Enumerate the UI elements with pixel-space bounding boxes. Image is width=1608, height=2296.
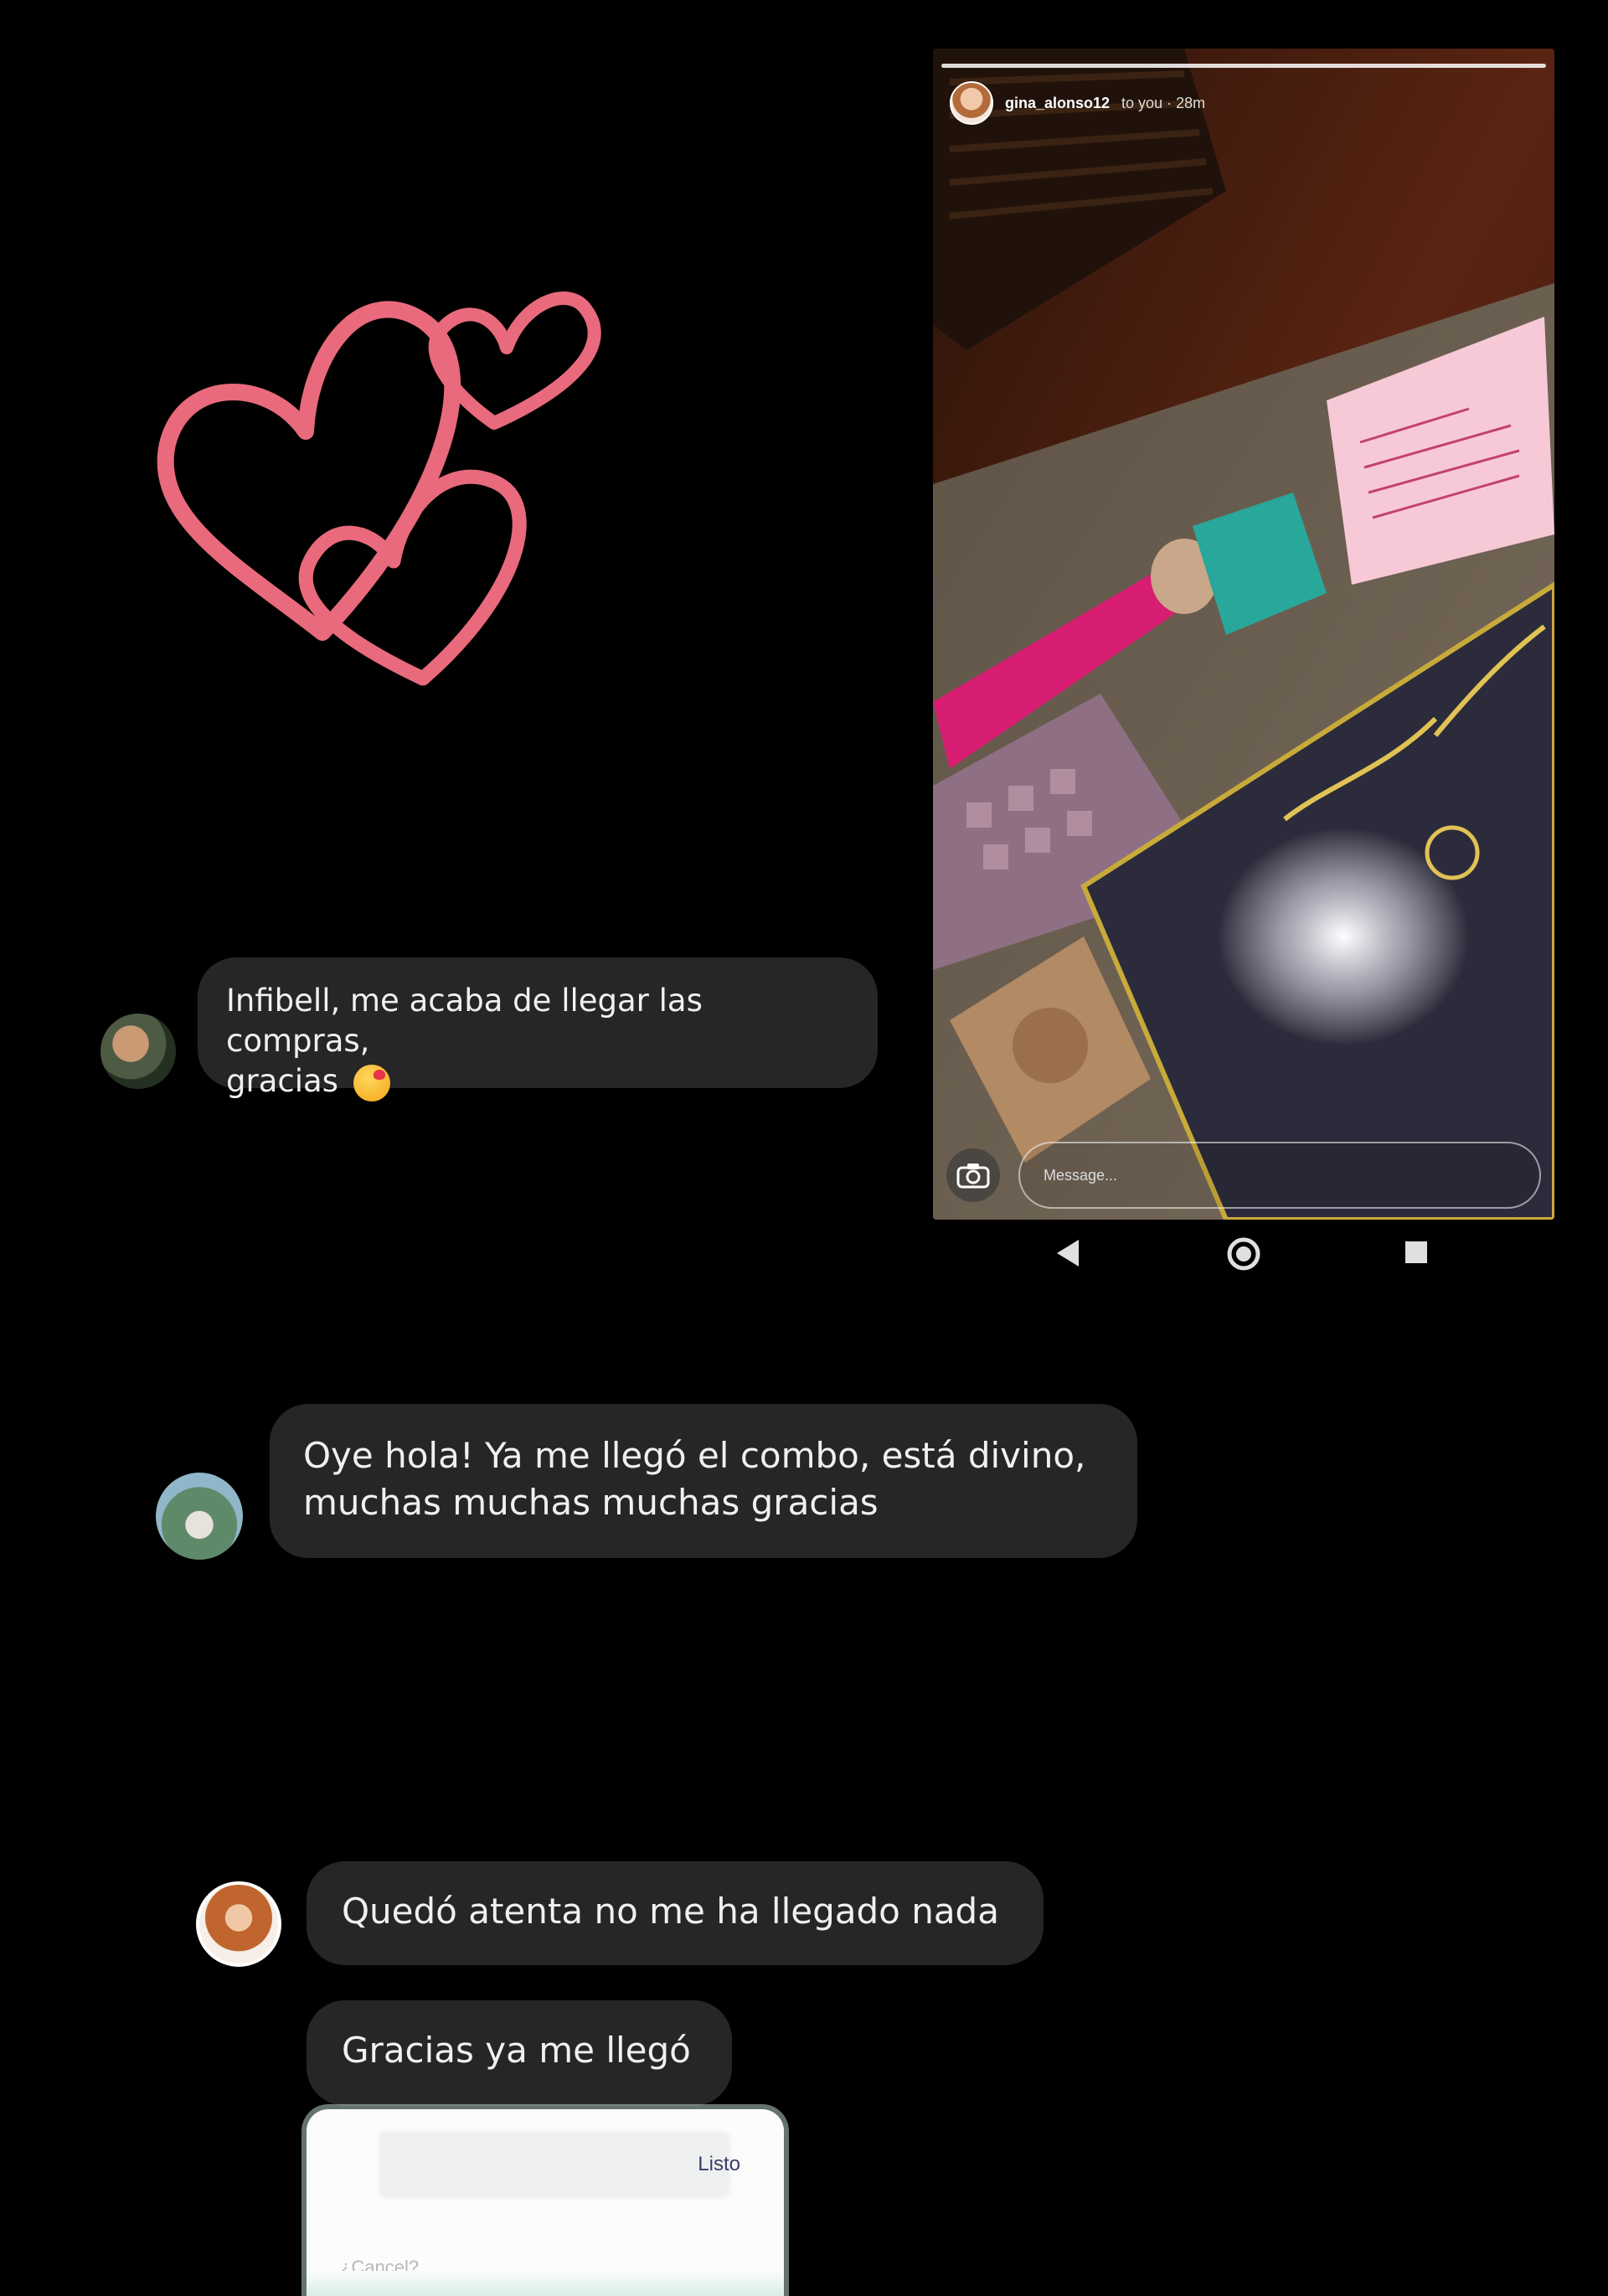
kissing-face-emoji-icon: [353, 1064, 390, 1102]
avatar[interactable]: [156, 1473, 243, 1560]
avatar[interactable]: [196, 1881, 281, 1967]
message-bubble: Quedó atenta no me ha llegado nada: [307, 1861, 1044, 1965]
recents-square-icon[interactable]: [1404, 1240, 1429, 1265]
camera-icon: [956, 1163, 990, 1189]
done-button[interactable]: Listo: [698, 2153, 740, 2176]
story-screenshot: gina_alonso12 to you · 28m Message...: [933, 49, 1554, 1220]
attached-screenshot-panel: Listo ¿Cancel?: [307, 2109, 784, 2296]
avatar[interactable]: [100, 1014, 176, 1089]
panel-input[interactable]: [379, 2131, 730, 2198]
heart-outline-icon: [298, 469, 527, 686]
story-meta: to you · 28m: [1121, 94, 1206, 111]
panel-edge: [307, 2271, 784, 2296]
story-reply-bar: Message...: [946, 1139, 1541, 1211]
message-placeholder: Message...: [1044, 1166, 1118, 1184]
story-progress-bar: [941, 64, 1546, 68]
story-username[interactable]: gina_alonso12: [1005, 95, 1110, 112]
message-text: gracias: [226, 1063, 338, 1099]
avatar[interactable]: [950, 81, 993, 125]
home-circle-icon[interactable]: [1226, 1236, 1261, 1272]
message-text: muchas muchas muchas gracias: [303, 1482, 879, 1523]
message-text: Quedó atenta no me ha llegado nada: [342, 1891, 999, 1932]
back-triangle-icon[interactable]: [1055, 1238, 1082, 1268]
camera-button[interactable]: [946, 1148, 1000, 1202]
story-photo: [933, 49, 1554, 1220]
message-bubble: Infibell, me acaba de llegar las compras…: [198, 957, 878, 1102]
story-header: gina_alonso12 to you · 28m: [950, 79, 1205, 127]
message-bubble: Gracias ya me llegó: [307, 2000, 732, 2106]
message-input[interactable]: Message...: [1018, 1142, 1541, 1209]
hearts-decoration: [157, 292, 601, 686]
message-text: Oye hola! Ya me llegó el combo, está div…: [303, 1435, 1086, 1476]
message-bubble: Oye hola! Ya me llegó el combo, está div…: [270, 1404, 1137, 1558]
message-text: Gracias ya me llegó: [342, 2030, 691, 2071]
message-text: Infibell, me acaba de llegar las compras…: [226, 983, 703, 1059]
android-nav-bar: [933, 1220, 1554, 1295]
